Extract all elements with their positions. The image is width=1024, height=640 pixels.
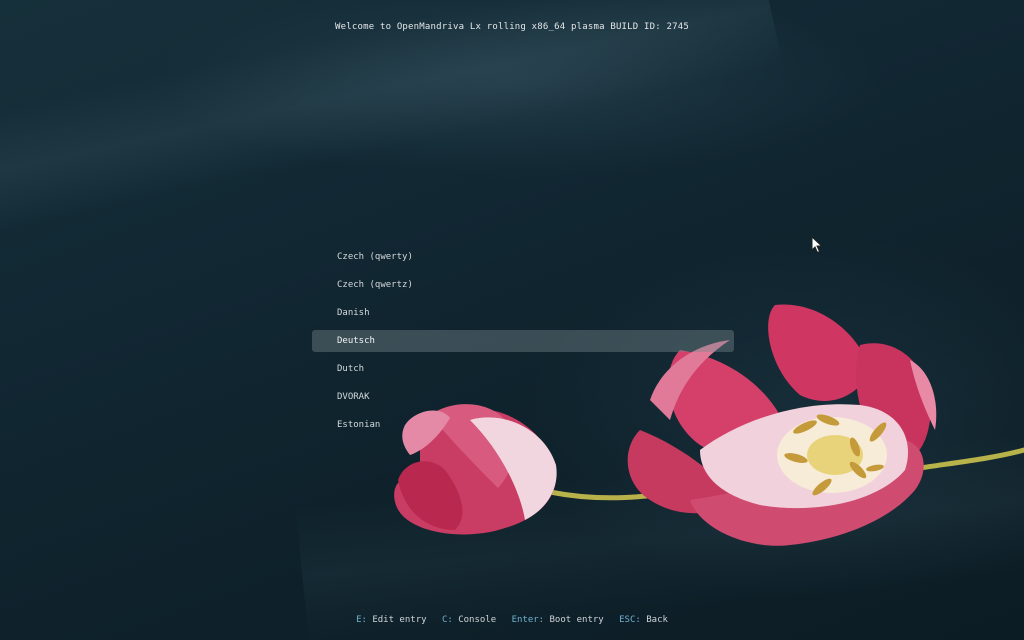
hint-console: C: Console — [442, 615, 496, 625]
keyboard-layout-menu: Czech (qwerty) Czech (qwertz) Danish Deu… — [312, 246, 734, 442]
hint-boot-entry: Enter: Boot entry — [512, 615, 604, 625]
menu-item-czech-qwertz[interactable]: Czech (qwertz) — [312, 274, 734, 296]
hint-key-e: E: — [356, 615, 367, 625]
hint-key-c: C: — [441, 615, 453, 625]
hint-action-back: Back — [646, 615, 668, 625]
boot-screen: Welcome to OpenMandriva Lx rolling x86_6… — [0, 0, 1024, 640]
hint-action-edit-entry: Edit entry — [372, 615, 427, 625]
menu-item-deutsch[interactable]: Deutsch — [312, 330, 734, 352]
menu-item-dutch[interactable]: Dutch — [312, 358, 734, 380]
menu-item-estonian[interactable]: Estonian — [312, 414, 734, 436]
menu-item-danish[interactable]: Danish — [312, 302, 734, 324]
key-hints-bar: E: Edit entry C: Console Enter: Boot ent… — [0, 615, 1024, 625]
hint-action-console: Console — [458, 615, 497, 625]
menu-item-czech-qwerty[interactable]: Czech (qwerty) — [312, 246, 734, 268]
hint-action-boot-entry: Boot entry — [549, 615, 604, 625]
hint-key-enter: Enter: — [511, 615, 545, 625]
welcome-title: Welcome to OpenMandriva Lx rolling x86_6… — [335, 22, 689, 32]
hint-back: ESC: Back — [619, 615, 668, 625]
hint-key-esc: ESC: — [619, 615, 641, 625]
menu-item-dvorak[interactable]: DVORAK — [312, 386, 734, 408]
hint-edit-entry: E: Edit entry — [356, 615, 426, 625]
mouse-pointer-icon — [811, 236, 823, 254]
